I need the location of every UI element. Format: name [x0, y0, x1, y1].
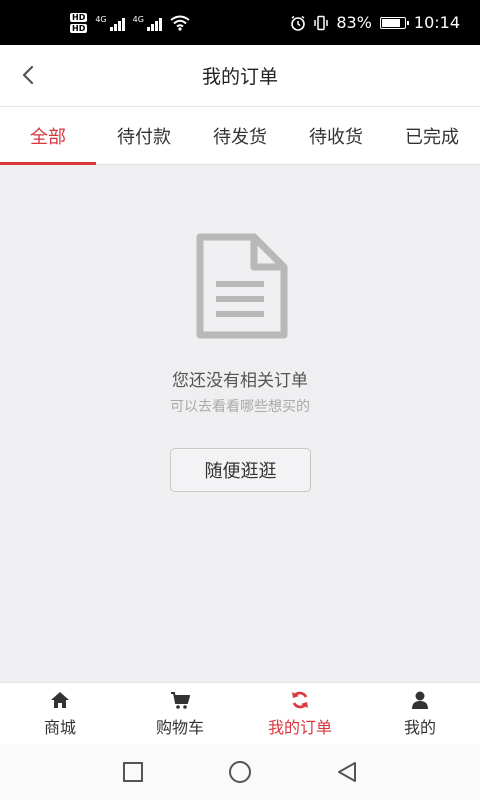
- nav-label: 我的订单: [267, 717, 332, 737]
- bottom-nav: 商城 购物车 我的订单 我的: [0, 682, 480, 744]
- battery-icon: [379, 16, 409, 29]
- clock: 10:14: [413, 13, 460, 32]
- recents-icon: [123, 762, 144, 782]
- vibrate-icon: [314, 15, 329, 30]
- empty-subtitle: 可以去看看哪些想买的: [170, 399, 310, 415]
- battery-percent: 83%: [336, 13, 372, 32]
- home-system-button[interactable]: [220, 752, 260, 792]
- chevron-left-icon: [22, 65, 34, 85]
- hd-badges: HD HD: [70, 12, 88, 33]
- tab-completed[interactable]: 已完成: [384, 107, 480, 164]
- empty-state: 您还没有相关订单 可以去看看哪些想买的 随便逛逛: [0, 165, 480, 682]
- nav-item-me[interactable]: 我的: [360, 683, 480, 744]
- document-icon: [196, 233, 288, 339]
- home-circle-icon: [228, 761, 251, 783]
- tab-pending-receipt[interactable]: 待收货: [288, 107, 384, 164]
- nav-item-mall[interactable]: 商城: [0, 683, 120, 744]
- page-header: 我的订单: [0, 45, 480, 107]
- user-icon: [412, 691, 428, 709]
- tab-pending-payment[interactable]: 待付款: [96, 107, 192, 164]
- alarm-icon: [291, 15, 306, 31]
- cart-icon: [171, 691, 190, 709]
- signal-icon-2: 4G: [133, 15, 162, 31]
- back-system-button[interactable]: [327, 752, 367, 792]
- home-icon: [51, 691, 69, 708]
- empty-title: 您还没有相关订单: [172, 371, 308, 391]
- nav-label: 购物车: [155, 717, 204, 737]
- nav-label: 我的: [403, 717, 436, 737]
- status-right: 83% 10:14: [290, 13, 460, 32]
- nav-label: 商城: [43, 717, 76, 737]
- system-nav: [0, 744, 480, 800]
- recents-button[interactable]: [113, 752, 153, 792]
- network-type-2: 4G: [132, 14, 144, 24]
- tab-label: 待收货: [309, 126, 363, 148]
- signal-icon: 4G: [95, 14, 125, 31]
- status-bar: HD HD 4G 4G 83% 10:14: [0, 0, 480, 45]
- status-left: HD HD 4G 4G: [70, 12, 190, 33]
- refresh-icon: [292, 691, 308, 708]
- hd-badge-1: HD: [70, 12, 88, 22]
- network-type-1: 4G: [95, 14, 107, 24]
- tab-label: 待发货: [213, 126, 267, 148]
- nav-item-my-orders[interactable]: 我的订单: [240, 683, 360, 744]
- tab-label: 全部: [30, 126, 66, 148]
- hd-badge-2: HD: [70, 23, 88, 33]
- nav-item-cart[interactable]: 购物车: [120, 683, 240, 744]
- page-title: 我的订单: [201, 66, 278, 88]
- browse-button[interactable]: 随便逛逛: [170, 448, 311, 492]
- tab-label: 已完成: [405, 126, 459, 148]
- tab-pending-shipment[interactable]: 待发货: [192, 107, 288, 164]
- tab-label: 待付款: [117, 126, 171, 148]
- back-triangle-icon: [337, 762, 356, 782]
- order-tabs: 全部 待付款 待发货 待收货 已完成: [0, 107, 480, 165]
- tab-all[interactable]: 全部: [0, 107, 96, 165]
- wifi-icon: [170, 15, 190, 31]
- back-button[interactable]: [14, 61, 42, 89]
